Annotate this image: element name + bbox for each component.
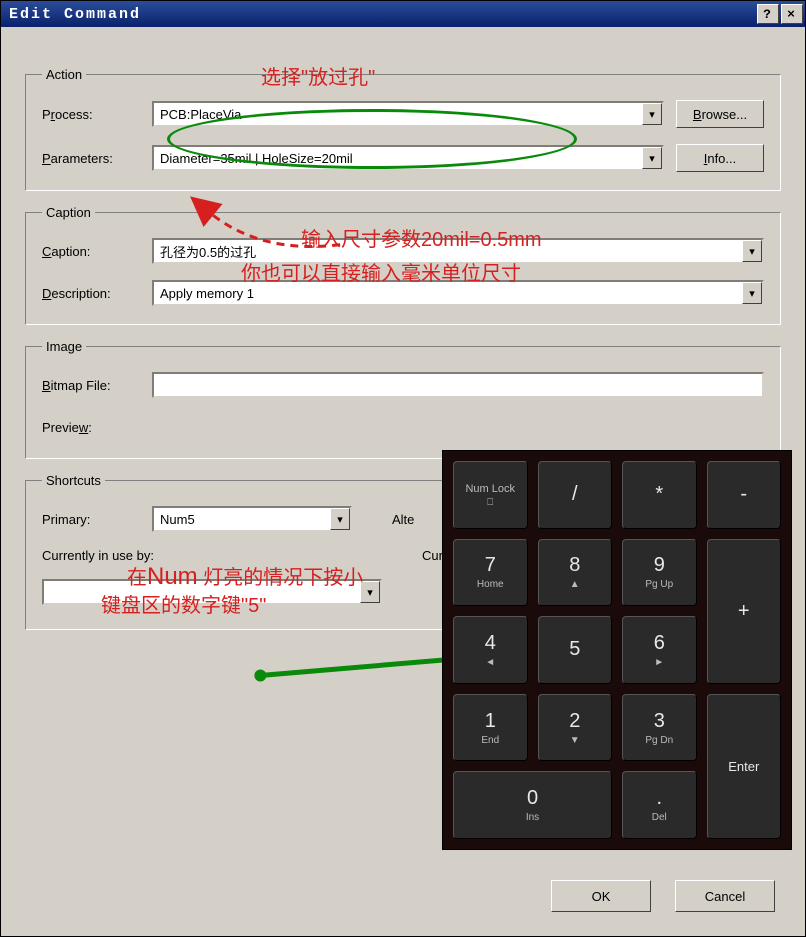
process-value: PCB:PlaceVia bbox=[154, 107, 642, 122]
inuse-combobox[interactable] bbox=[42, 579, 382, 605]
key-9: 9Pg Up bbox=[622, 539, 697, 607]
window-title: Edit Command bbox=[9, 6, 141, 23]
key-minus: - bbox=[707, 461, 782, 529]
group-image-legend: Image bbox=[42, 339, 86, 354]
dropdown-arrow-icon[interactable] bbox=[642, 147, 662, 169]
close-button[interactable]: × bbox=[781, 4, 803, 24]
dropdown-arrow-icon[interactable] bbox=[742, 240, 762, 262]
key-slash: / bbox=[538, 461, 613, 529]
key-7: 7Home bbox=[453, 539, 528, 607]
parameters-label: Parameters: bbox=[42, 151, 152, 166]
dialog-buttons: OK Cancel bbox=[527, 880, 775, 912]
key-plus: + bbox=[707, 539, 782, 684]
numpad-overlay: Num Lock⎕ / * - 7Home 8▲ 9Pg Up + 4◄ 5 6… bbox=[442, 450, 792, 850]
group-action-legend: Action bbox=[42, 67, 86, 82]
primary-combobox[interactable]: Num5 bbox=[152, 506, 352, 532]
process-combobox[interactable]: PCB:PlaceVia bbox=[152, 101, 664, 127]
key-dot: .Del bbox=[622, 771, 697, 839]
key-enter: Enter bbox=[707, 694, 782, 839]
bitmap-input[interactable] bbox=[152, 372, 764, 398]
dropdown-arrow-icon[interactable] bbox=[360, 581, 380, 603]
alternate-label: Alte bbox=[392, 512, 420, 527]
parameters-value: Diameter=35mil | HoleSize=20mil bbox=[154, 151, 642, 166]
inuse-label: Currently in use by: bbox=[42, 548, 192, 563]
bitmap-label: Bitmap File: bbox=[42, 378, 152, 393]
key-star: * bbox=[622, 461, 697, 529]
preview-label: Preview: bbox=[42, 420, 152, 435]
dropdown-arrow-icon[interactable] bbox=[742, 282, 762, 304]
primary-label: Primary: bbox=[42, 512, 152, 527]
dropdown-arrow-icon[interactable] bbox=[642, 103, 662, 125]
key-4: 4◄ bbox=[453, 616, 528, 684]
ok-button[interactable]: OK bbox=[551, 880, 651, 912]
key-3: 3Pg Dn bbox=[622, 694, 697, 762]
parameters-combobox[interactable]: Diameter=35mil | HoleSize=20mil bbox=[152, 145, 664, 171]
key-6: 6► bbox=[622, 616, 697, 684]
title-bar: Edit Command ? × bbox=[1, 1, 805, 27]
description-label: Description: bbox=[42, 286, 152, 301]
client-area: Action Process: PCB:PlaceVia Browse... P… bbox=[1, 27, 805, 936]
group-shortcuts-legend: Shortcuts bbox=[42, 473, 105, 488]
key-numlock: Num Lock⎕ bbox=[453, 461, 528, 529]
description-combobox[interactable]: Apply memory 1 bbox=[152, 280, 764, 306]
group-image: Image Bitmap File: Preview: bbox=[25, 339, 781, 459]
group-caption: Caption Caption: 孔径为0.5的过孔 Description: … bbox=[25, 205, 781, 325]
key-8: 8▲ bbox=[538, 539, 613, 607]
caption-label: Caption: bbox=[42, 244, 152, 259]
primary-value: Num5 bbox=[154, 512, 330, 527]
caption-value: 孔径为0.5的过孔 bbox=[154, 242, 742, 261]
info-button[interactable]: Info... bbox=[676, 144, 764, 172]
help-button[interactable]: ? bbox=[757, 4, 779, 24]
group-caption-legend: Caption bbox=[42, 205, 95, 220]
browse-button[interactable]: Browse... bbox=[676, 100, 764, 128]
process-label: Process: bbox=[42, 107, 152, 122]
cancel-button[interactable]: Cancel bbox=[675, 880, 775, 912]
key-2: 2▼ bbox=[538, 694, 613, 762]
group-action: Action Process: PCB:PlaceVia Browse... P… bbox=[25, 67, 781, 191]
key-5: 5 bbox=[538, 616, 613, 684]
description-value: Apply memory 1 bbox=[154, 286, 742, 301]
key-0: 0Ins bbox=[453, 771, 612, 839]
caption-combobox[interactable]: 孔径为0.5的过孔 bbox=[152, 238, 764, 264]
dropdown-arrow-icon[interactable] bbox=[330, 508, 350, 530]
key-1: 1End bbox=[453, 694, 528, 762]
